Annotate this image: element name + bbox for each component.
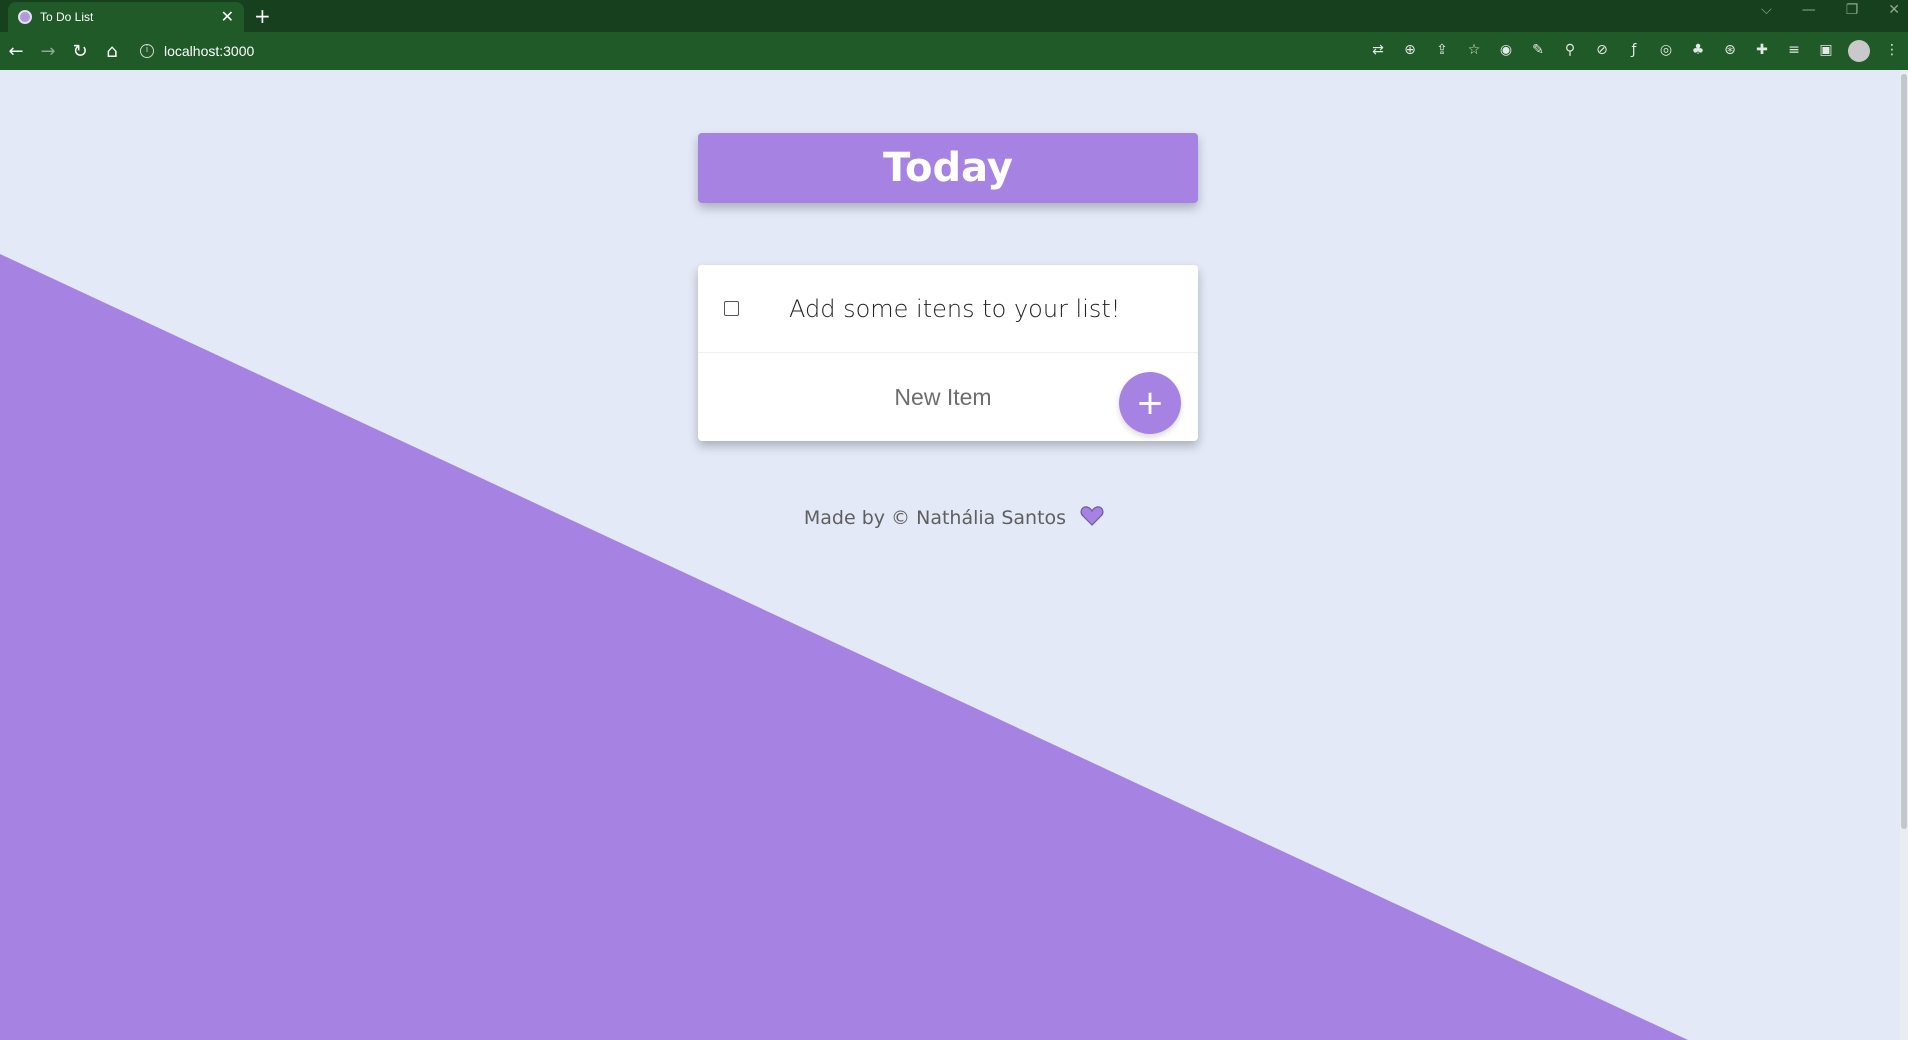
- extension-icon[interactable]: ⊛: [1720, 40, 1740, 60]
- site-info-icon[interactable]: i: [140, 44, 154, 58]
- extension-icon[interactable]: ◎: [1656, 40, 1676, 60]
- browser-tab[interactable]: To Do List ✕: [8, 2, 244, 32]
- browser-tab-bar: To Do List ✕ + ⌵ — ❐ ✕: [0, 0, 1908, 32]
- bookmark-star-icon[interactable]: ☆: [1464, 40, 1484, 60]
- back-icon[interactable]: ←: [0, 41, 32, 62]
- tab-search-icon[interactable]: ⌵: [1761, 2, 1772, 18]
- restore-icon[interactable]: ❐: [1846, 2, 1859, 18]
- minimize-icon[interactable]: —: [1802, 2, 1816, 18]
- heart-icon: [1080, 506, 1104, 526]
- close-window-icon[interactable]: ✕: [1888, 2, 1900, 18]
- tab-title: To Do List: [40, 10, 94, 24]
- zoom-icon[interactable]: ⊕: [1400, 40, 1420, 60]
- new-item-input[interactable]: New Item: [818, 378, 1068, 416]
- extension-icon[interactable]: ◉: [1496, 40, 1516, 60]
- menu-icon[interactable]: ⋮: [1882, 40, 1902, 60]
- new-item-form: New Item +: [698, 353, 1198, 441]
- scrollbar-thumb[interactable]: [1901, 74, 1907, 829]
- side-panel-icon[interactable]: ▣: [1816, 40, 1836, 60]
- add-item-button[interactable]: +: [1119, 372, 1181, 434]
- checkbox-icon[interactable]: [724, 301, 739, 316]
- profile-avatar[interactable]: [1848, 40, 1870, 62]
- footer: Made by © Nathália Santos: [0, 505, 1908, 529]
- extension-icon[interactable]: ƒ: [1624, 40, 1644, 60]
- extension-icon[interactable]: ♣: [1688, 40, 1708, 60]
- close-tab-icon[interactable]: ✕: [221, 9, 234, 25]
- home-icon[interactable]: ⌂: [96, 41, 128, 62]
- url-text[interactable]: localhost:3000: [164, 43, 254, 59]
- item-text: Add some itens to your list!: [789, 294, 1121, 323]
- footer-text: Made by © Nathália Santos: [803, 507, 1067, 529]
- extension-icon[interactable]: ✎: [1528, 40, 1548, 60]
- page-title: Today: [883, 145, 1013, 191]
- favicon-icon: [18, 10, 32, 24]
- todo-list: Add some itens to your list! New Item +: [698, 265, 1198, 441]
- extension-icons: ⇄ ⊕ ⇪ ☆ ◉ ✎ ⚲ ⊘ ƒ ◎ ♣ ⊛ ✚ ≡ ▣ ⋮: [1368, 40, 1902, 62]
- translate-icon[interactable]: ⇄: [1368, 40, 1388, 60]
- extension-icon[interactable]: ⚲: [1560, 40, 1580, 60]
- address-bar[interactable]: i localhost:3000: [140, 37, 1340, 65]
- list-item: Add some itens to your list!: [698, 265, 1198, 353]
- window-controls: ⌵ — ❐ ✕: [1761, 2, 1900, 18]
- scrollbar[interactable]: [1900, 70, 1908, 1040]
- puzzle-icon[interactable]: ✚: [1752, 40, 1772, 60]
- diagonal-background: [0, 254, 1688, 1040]
- browser-toolbar: ← → ↻ ⌂ i localhost:3000 ⇄ ⊕ ⇪ ☆ ◉ ✎ ⚲ ⊘…: [0, 32, 1908, 70]
- page: Today Add some itens to your list! New I…: [0, 70, 1908, 1040]
- reload-icon[interactable]: ↻: [64, 41, 96, 62]
- new-tab-button[interactable]: +: [254, 4, 271, 28]
- media-icon[interactable]: ≡: [1784, 40, 1804, 60]
- extension-icon[interactable]: ⊘: [1592, 40, 1612, 60]
- share-icon[interactable]: ⇪: [1432, 40, 1452, 60]
- heading-box: Today: [698, 133, 1198, 203]
- forward-icon[interactable]: →: [32, 41, 64, 62]
